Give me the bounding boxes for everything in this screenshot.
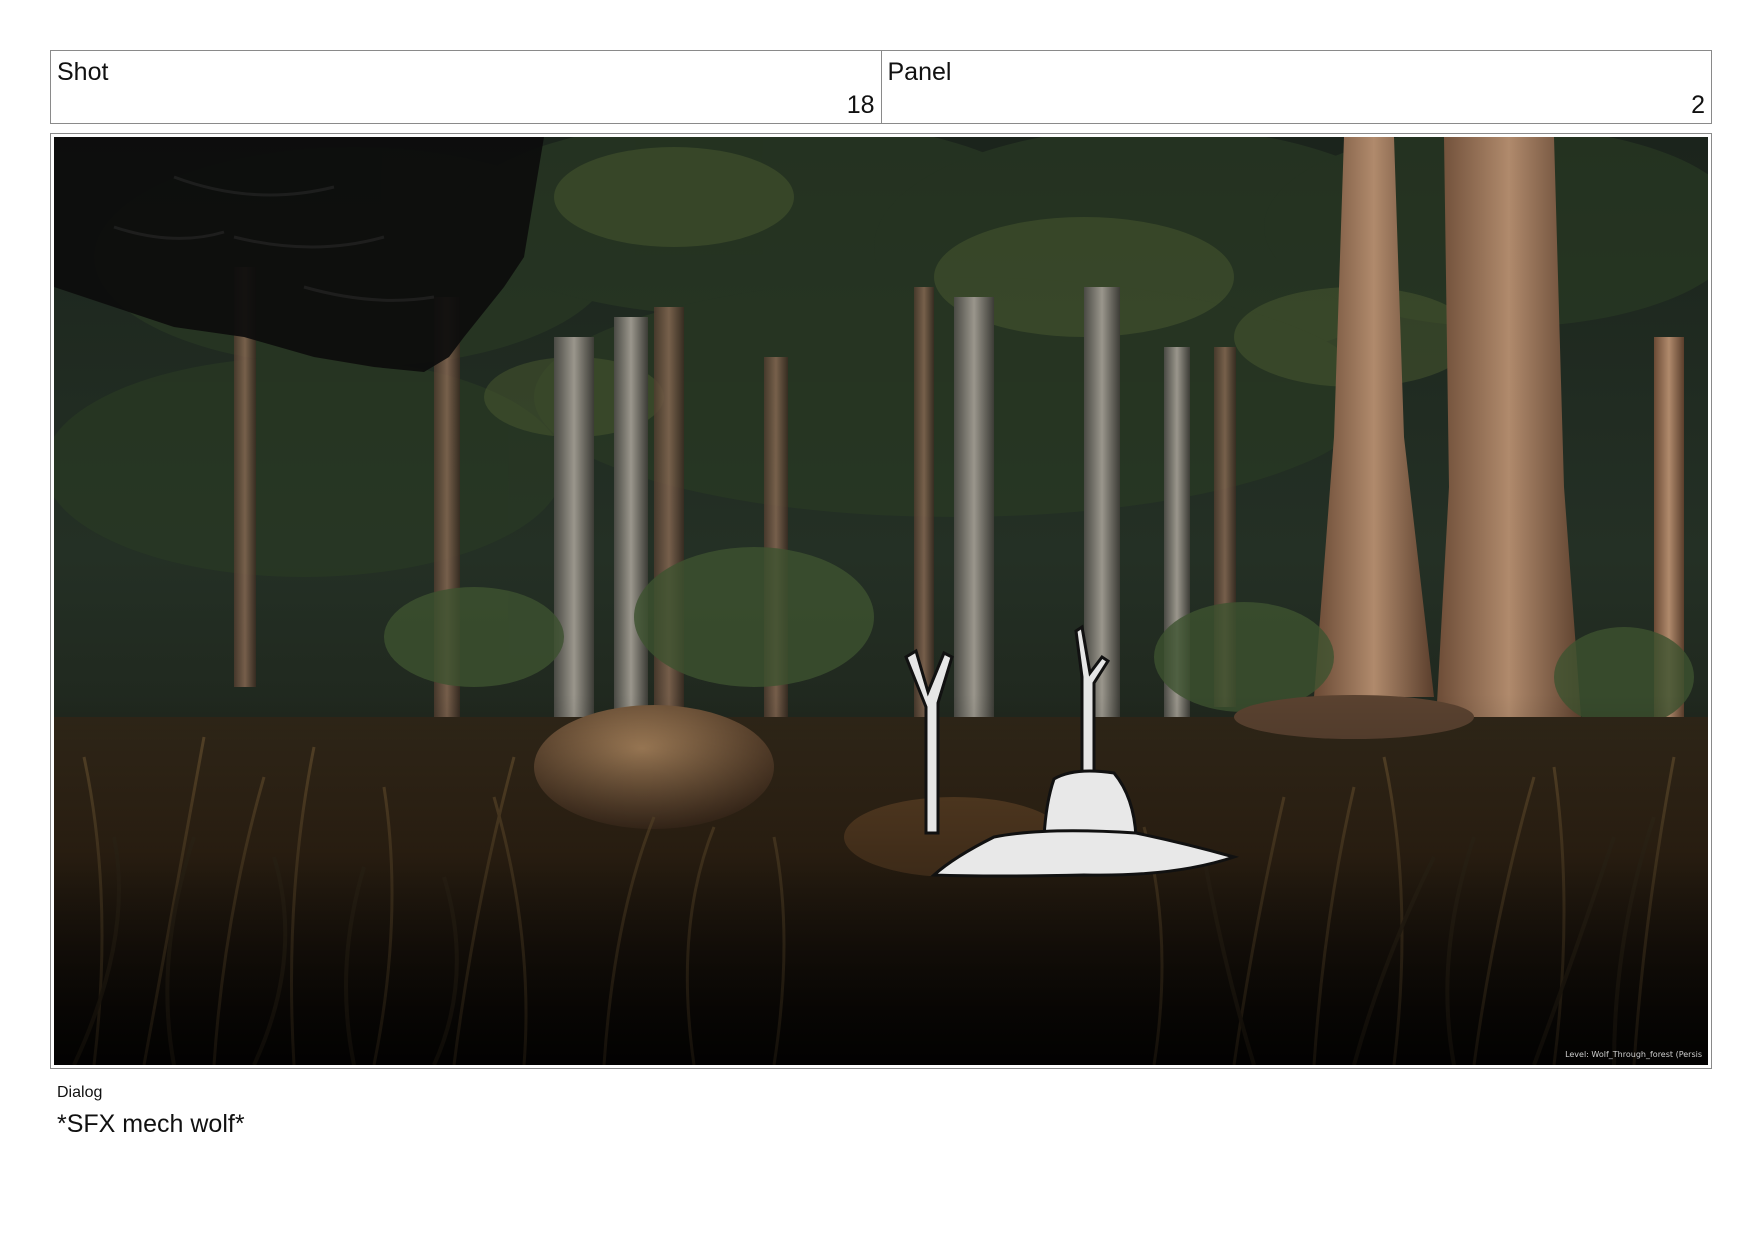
panel-cell: Panel 2 bbox=[880, 51, 1712, 123]
shot-label: Shot bbox=[57, 58, 109, 86]
dialog-text: *SFX mech wolf* bbox=[57, 1110, 245, 1138]
dialog-label: Dialog bbox=[57, 1084, 103, 1101]
shot-cell: Shot 18 bbox=[51, 51, 881, 123]
level-overlay-text: Level: Wolf_Through_forest (Persis bbox=[1565, 1050, 1702, 1059]
forest-scene-image: Level: Wolf_Through_forest (Persis bbox=[54, 137, 1708, 1065]
panel-number: 2 bbox=[1691, 91, 1705, 119]
shot-panel-header: Shot 18 Panel 2 bbox=[50, 50, 1712, 124]
panel-label: Panel bbox=[887, 58, 952, 86]
storyboard-frame: Level: Wolf_Through_forest (Persis bbox=[50, 133, 1712, 1069]
shot-number: 18 bbox=[846, 91, 875, 119]
